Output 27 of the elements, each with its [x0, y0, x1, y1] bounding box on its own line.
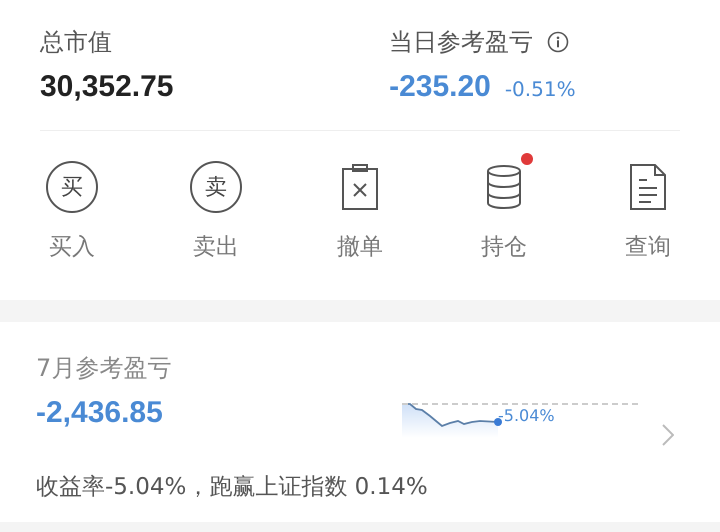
- action-button[interactable]: 持仓: [464, 151, 544, 262]
- action-label: 撤单: [337, 233, 383, 262]
- label: 当日参考盈亏: [389, 27, 534, 58]
- daily-pnl-percent: -0.51%: [504, 77, 576, 101]
- action-label: 查询: [625, 233, 671, 262]
- document-icon: [629, 163, 667, 211]
- sparkline-label: -5.04%: [498, 406, 555, 425]
- circle-icon: 买: [46, 161, 98, 213]
- action-button[interactable]: 卖 卖出: [176, 151, 256, 262]
- clipboard-x-icon: [341, 163, 379, 211]
- action-button[interactable]: 撤单: [320, 151, 400, 262]
- label: 总市值: [40, 27, 113, 58]
- action-label: 卖出: [193, 233, 239, 262]
- circle-icon: 卖: [190, 161, 242, 213]
- daily-pnl-value: -235.20: [389, 70, 491, 104]
- chevron-right-icon: [662, 424, 674, 446]
- monthly-value: -2,436.85: [36, 396, 164, 430]
- action-label: 持仓: [481, 233, 527, 262]
- return-note: 收益率-5.04%，跑赢上证指数 0.14%: [36, 472, 429, 502]
- action-button[interactable]: 买 买入: [32, 151, 112, 262]
- action-button[interactable]: 查询: [608, 151, 688, 262]
- monthly-title: 7月参考盈亏: [36, 353, 172, 384]
- monthly-card[interactable]: 7月参考盈亏 -2,436.85 -5.04% 收益率-5.04%，跑赢上证指数 0.14%: [0, 322, 720, 522]
- database-icon: [485, 163, 523, 211]
- market-value: 30,352.75: [40, 70, 174, 104]
- action-label: 买入: [49, 233, 95, 262]
- info-icon[interactable]: [547, 31, 570, 53]
